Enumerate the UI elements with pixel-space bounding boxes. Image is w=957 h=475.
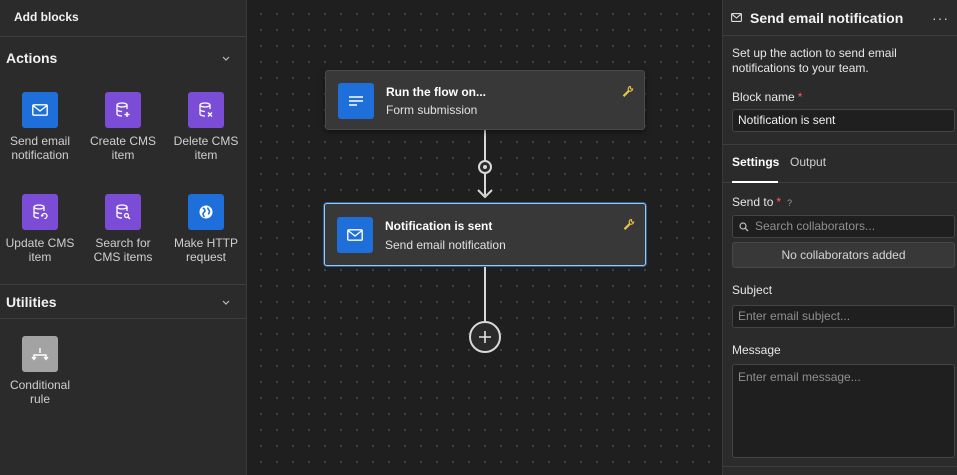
message-label: Message	[732, 343, 781, 357]
panel-description: Set up the action to send email notifica…	[732, 46, 897, 75]
actions-heading: Actions	[6, 50, 58, 66]
message-textarea[interactable]: Enter email message...	[732, 364, 955, 458]
mail-icon	[22, 92, 58, 128]
tile-label-1: Send email	[9, 134, 71, 148]
collaborator-search-input[interactable]: Search collaborators...	[732, 215, 955, 238]
block-send-email[interactable]: Send email notification	[0, 92, 80, 162]
tile-label-2: notification	[11, 148, 69, 162]
chevron-down-icon[interactable]	[220, 52, 232, 64]
block-update-cms-item[interactable]: Update CMS item	[0, 194, 80, 264]
block-delete-cms-item[interactable]: Delete CMS item	[166, 92, 246, 162]
more-options-icon[interactable]: ···	[932, 10, 949, 26]
arrow-down-icon	[477, 189, 493, 199]
block-settings-panel: Send email notification ··· Set up the a…	[722, 0, 957, 475]
subject-input[interactable]: Enter email subject...	[732, 305, 955, 328]
database-plus-icon	[105, 92, 141, 128]
connector-line	[484, 266, 486, 322]
tile-label-1: Create CMS	[89, 134, 157, 148]
add-blocks-panel: Add blocks Actions Send email notificatio…	[0, 0, 247, 475]
flow-canvas[interactable]: Run the flow on... Form submission Notif…	[247, 0, 722, 475]
connector-node-dot[interactable]	[478, 160, 492, 174]
wrench-icon[interactable]	[623, 218, 635, 230]
node-title: Run the flow on...	[386, 85, 486, 99]
database-x-icon	[188, 92, 224, 128]
send-to-label: Send to *?	[732, 195, 793, 209]
tile-label-1: Conditional	[9, 378, 71, 392]
tab-bar: Settings Output	[723, 144, 957, 183]
wrench-icon[interactable]	[622, 85, 634, 97]
section-divider	[0, 284, 246, 285]
utilities-heading: Utilities	[6, 294, 57, 310]
block-conditional-rule[interactable]: Conditional rule	[0, 336, 80, 406]
tile-label-2: CMS items	[93, 250, 153, 264]
tile-label-1: Search for	[95, 236, 151, 250]
block-search-cms-items[interactable]: Search for CMS items	[83, 194, 163, 264]
panel-divider	[723, 466, 957, 467]
section-divider	[0, 318, 246, 319]
tile-label-2: item	[194, 148, 218, 162]
search-placeholder: Search collaborators...	[755, 219, 876, 233]
tile-label-2: item	[111, 148, 135, 162]
block-name-label: Block name *	[732, 90, 803, 104]
globe-icon	[188, 194, 224, 230]
block-name-input[interactable]: Notification is sent	[732, 109, 955, 132]
subject-label: Subject	[732, 283, 773, 297]
plus-circle-icon[interactable]	[469, 321, 501, 353]
mail-icon	[337, 217, 373, 253]
active-tab-indicator	[732, 181, 778, 183]
block-make-http-request[interactable]: Make HTTP request	[166, 194, 246, 264]
tile-label-2: request	[185, 250, 227, 264]
database-sync-icon	[22, 194, 58, 230]
branch-icon	[22, 336, 58, 372]
panel-title: Send email notification	[750, 9, 904, 26]
tile-label-1: Update CMS	[5, 236, 75, 250]
tab-settings[interactable]: Settings	[732, 155, 779, 169]
tile-label-1: Delete CMS	[173, 134, 239, 148]
trigger-node[interactable]: Run the flow on... Form submission	[325, 70, 645, 130]
mail-icon	[731, 13, 742, 22]
search-icon	[739, 222, 749, 232]
node-subtitle: Send email notification	[385, 238, 506, 252]
no-collaborators-notice: No collaborators added	[732, 242, 955, 268]
utilities-section-header[interactable]: Utilities	[0, 289, 246, 315]
database-search-icon	[105, 194, 141, 230]
tile-label-2: item	[28, 250, 52, 264]
tab-output[interactable]: Output	[790, 155, 826, 169]
panel-header: Send email notification ···	[723, 0, 957, 36]
tile-label-1: Make HTTP	[173, 236, 238, 250]
action-node[interactable]: Notification is sent Send email notifica…	[324, 203, 646, 266]
panel-title: Add blocks	[0, 0, 246, 37]
node-subtitle: Form submission	[386, 103, 478, 117]
block-create-cms-item[interactable]: Create CMS item	[83, 92, 163, 162]
help-icon: ?	[787, 198, 793, 208]
node-title: Notification is sent	[385, 219, 493, 233]
tile-label-2: rule	[29, 392, 50, 406]
form-lines-icon	[338, 83, 374, 119]
chevron-down-icon[interactable]	[220, 296, 232, 308]
actions-section-header[interactable]: Actions	[0, 45, 246, 71]
